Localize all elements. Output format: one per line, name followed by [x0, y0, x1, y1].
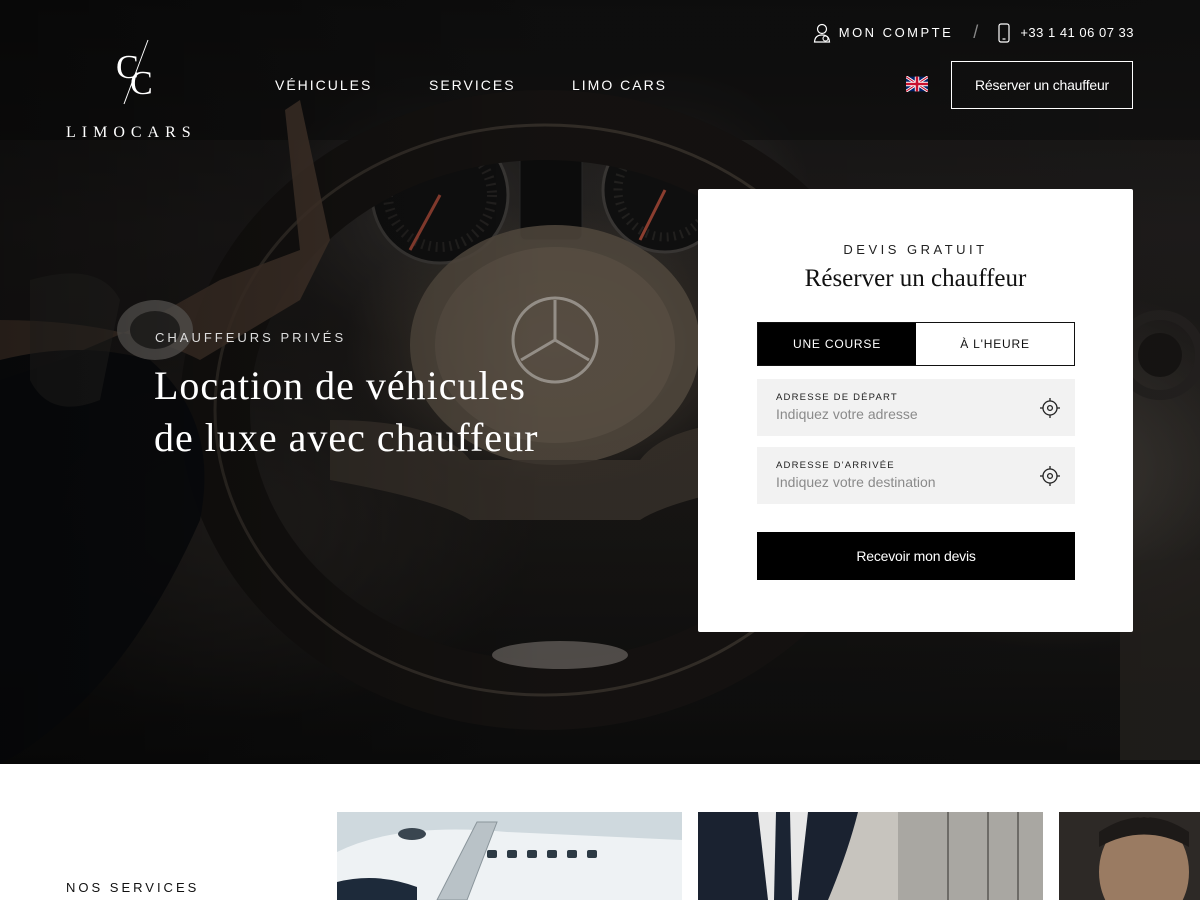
svg-text:C: C [130, 65, 153, 102]
mobile-phone-icon [998, 22, 1010, 43]
trip-type-tabs: UNE COURSE À L'HEURE [757, 322, 1075, 366]
departure-input[interactable] [776, 406, 1026, 422]
booking-title: Réserver un chauffeur [804, 265, 1027, 292]
booking-card: DEVIS GRATUIT Réserver un chauffeur UNE … [698, 189, 1133, 632]
logo-monogram-icon: C C [116, 39, 153, 105]
nav-item-vehicules[interactable]: VÉHICULES [275, 77, 395, 93]
user-icon [813, 23, 830, 43]
top-utility-bar: MON COMPTE / +33 1 41 06 07 33 [813, 22, 1134, 43]
hero-eyebrow: CHAUFFEURS PRIVÉS [155, 330, 347, 345]
get-quote-button[interactable]: Recevoir mon devis [757, 532, 1075, 580]
service-card-chauffeur-image[interactable] [698, 812, 1043, 900]
arrival-label: ADRESSE D'ARRIVÉE [776, 460, 895, 471]
locate-target-icon[interactable] [1039, 397, 1061, 419]
man-portrait-image [1059, 812, 1200, 900]
booking-eyebrow: DEVIS GRATUIT [843, 242, 988, 257]
utility-separator: / [973, 22, 979, 42]
phone-number: +33 1 41 06 07 33 [1020, 25, 1134, 40]
nav-item-limo-cars[interactable]: LIMO CARS [572, 77, 682, 93]
account-label: MON COMPTE [838, 25, 954, 40]
departure-field[interactable]: ADRESSE DE DÉPART [757, 379, 1075, 436]
service-card-man-image[interactable] [1059, 812, 1200, 900]
hero-title-line-1: Location de véhicules [154, 363, 526, 408]
hero-title: Location de véhicules de luxe avec chauf… [154, 360, 674, 464]
uk-flag-icon[interactable] [906, 76, 928, 92]
tab-a-l-heure[interactable]: À L'HEURE [916, 323, 1074, 365]
tab-une-course[interactable]: UNE COURSE [758, 323, 916, 365]
reserve-chauffeur-button[interactable]: Réserver un chauffeur [951, 61, 1133, 109]
hero-title-line-2: de luxe avec chauffeur [154, 415, 539, 460]
nav-item-services[interactable]: SERVICES [429, 77, 539, 93]
phone-link[interactable]: +33 1 41 06 07 33 [998, 22, 1134, 43]
brand-name: LIMOCARS [66, 124, 197, 141]
chauffeur-image [698, 812, 1043, 900]
service-card-airport-image[interactable] [337, 812, 682, 900]
arrival-input[interactable] [776, 474, 1026, 490]
brand-logo[interactable]: C C LIMOCARS [66, 38, 206, 141]
services-section-label: NOS SERVICES [66, 880, 200, 895]
departure-label: ADRESSE DE DÉPART [776, 392, 898, 403]
airplane-image [337, 812, 682, 900]
locate-target-icon[interactable] [1039, 465, 1061, 487]
arrival-field[interactable]: ADRESSE D'ARRIVÉE [757, 447, 1075, 504]
account-link[interactable]: MON COMPTE [813, 23, 954, 43]
